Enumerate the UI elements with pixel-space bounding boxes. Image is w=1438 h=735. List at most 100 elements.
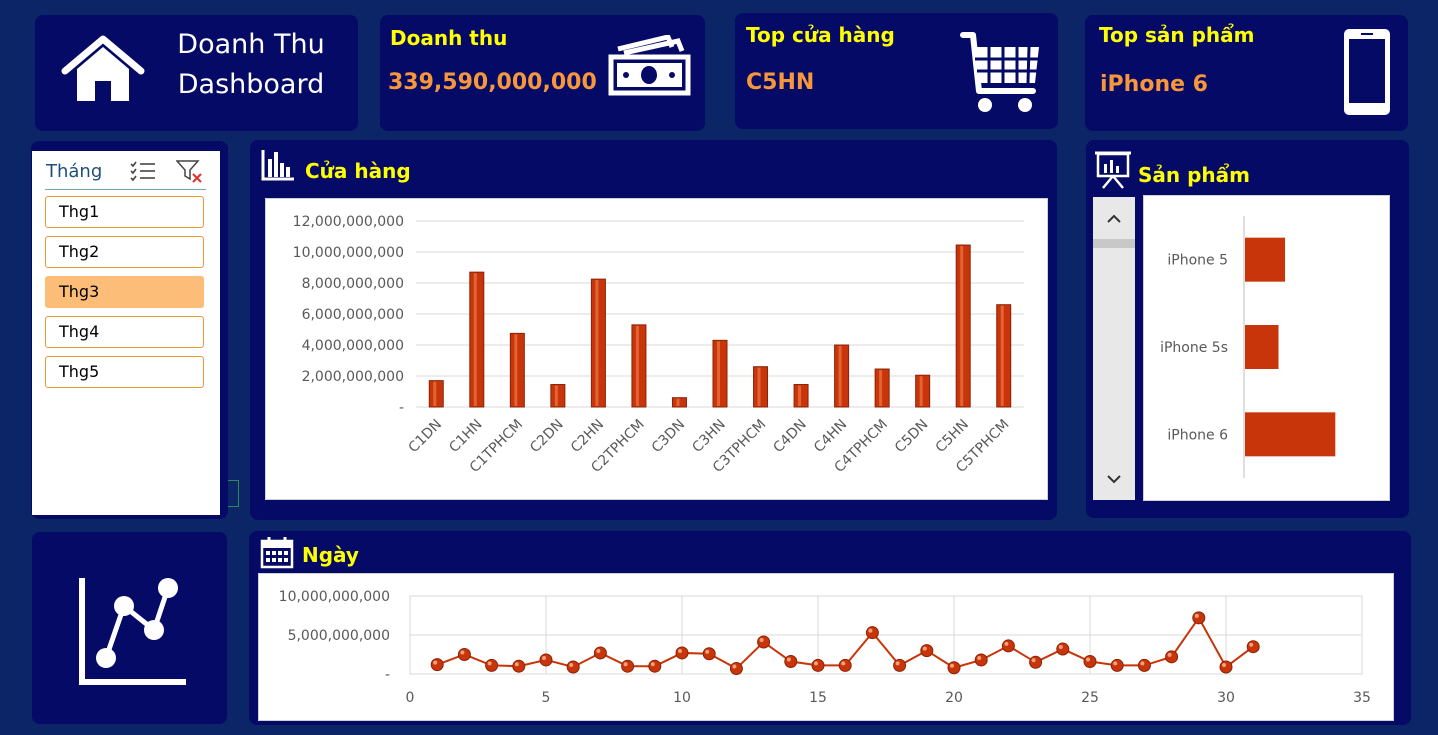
presentation-icon	[1095, 151, 1131, 189]
data-point	[485, 658, 499, 672]
y-tick-label: 10,000,000,000	[279, 589, 390, 605]
clear-filter-icon[interactable]	[176, 159, 204, 183]
bar-highlight	[919, 376, 923, 406]
slicer-item[interactable]: Thg5	[45, 356, 204, 388]
data-point-highlight	[705, 649, 710, 654]
bar-highlight	[635, 325, 639, 406]
chevron-up-icon	[1107, 214, 1121, 223]
bar	[1245, 412, 1336, 457]
bar-highlight	[798, 385, 802, 406]
x-tick-label: C4HN	[811, 417, 850, 456]
kpi-revenue-label: Doanh thu	[390, 26, 508, 50]
y-tick-label: 10,000,000,000	[293, 245, 404, 261]
data-point	[702, 647, 716, 661]
data-point-highlight	[1058, 645, 1063, 650]
data-point	[593, 646, 607, 660]
store-bar-chart: - 2,000,000,000 4,000,000,000 6,000,000,000…	[293, 214, 1024, 476]
store-panel: Cửa hàng - 2,000,000,000 4,000,000,000 6,00…	[250, 140, 1057, 520]
data-point	[675, 646, 689, 660]
data-point-highlight	[814, 661, 818, 666]
day-line-chart: - 5,000,000,000 10,000,000,000 0 5 10 15 20 25 30…	[279, 589, 1371, 706]
data-point	[893, 658, 907, 672]
data-point	[729, 662, 743, 676]
data-point-highlight	[514, 662, 519, 667]
trend-card	[32, 532, 227, 724]
x-tick-label: 10	[673, 690, 691, 706]
data-point-highlight	[433, 660, 438, 665]
x-tick-label: C4DN	[770, 417, 810, 457]
bar-highlight	[1000, 305, 1004, 406]
scroll-down-button[interactable]	[1093, 459, 1135, 500]
x-tick-label: 20	[945, 690, 963, 706]
bar-highlight	[717, 341, 720, 406]
data-point	[838, 658, 852, 672]
slicer-item[interactable]: Thg1	[45, 196, 204, 228]
bar-highlight	[676, 398, 680, 406]
data-point	[512, 659, 526, 673]
data-point	[457, 648, 471, 661]
data-point	[648, 659, 662, 673]
kpi-top-store-label: Top cửa hàng	[746, 23, 895, 47]
data-point	[1110, 658, 1124, 672]
store-chart: - 2,000,000,000 4,000,000,000 6,000,000,000…	[265, 198, 1048, 500]
resize-handle[interactable]	[228, 480, 239, 507]
slicer-item[interactable]: Thg3	[45, 276, 204, 308]
slicer-item[interactable]: Thg4	[45, 316, 204, 348]
data-point-highlight	[759, 638, 764, 643]
day-chart: - 5,000,000,000 10,000,000,000 0 5 10 15 20 25 30…	[258, 573, 1394, 721]
data-point	[974, 653, 988, 667]
data-point	[865, 626, 879, 640]
data-point-highlight	[1086, 657, 1090, 662]
product-panel-title: Sản phẩm	[1138, 163, 1250, 187]
data-point	[1246, 640, 1260, 654]
dashboard-title: Doanh Thu Dashboard	[155, 25, 347, 105]
data-point	[1137, 658, 1151, 672]
data-point-highlight	[868, 628, 873, 633]
data-point-highlight	[841, 661, 846, 666]
scroll-thumb[interactable]	[1093, 239, 1135, 248]
y-tick-label: -	[399, 400, 404, 416]
bar-highlight	[514, 334, 518, 406]
data-point	[947, 661, 961, 675]
month-slicer: Tháng Thg1 Thg2 Thg3 Thg4 Thg5	[32, 151, 220, 515]
data-point-highlight	[678, 648, 682, 653]
bar-highlight	[838, 346, 842, 406]
line-chart-icon	[79, 578, 186, 685]
data-point	[539, 653, 553, 667]
slicer-item[interactable]: Thg2	[45, 236, 204, 268]
x-tick-label: C3HN	[689, 417, 728, 456]
slicer-header: Tháng	[46, 161, 103, 182]
day-panel-title: Ngày	[302, 543, 359, 567]
category-label: iPhone 5s	[1160, 340, 1228, 356]
x-tick-label: 30	[1217, 690, 1235, 706]
data-point-highlight	[950, 663, 954, 668]
data-point-highlight	[487, 661, 492, 666]
data-point	[811, 658, 825, 672]
x-tick-label: 15	[809, 690, 827, 706]
scroll-up-button[interactable]	[1093, 197, 1135, 239]
bar	[550, 384, 566, 408]
data-point	[1219, 660, 1233, 674]
data-point-highlight	[1113, 661, 1118, 666]
kpi-top-store-value: C5HN	[746, 70, 815, 95]
bar-highlight	[757, 367, 761, 406]
title-line-1: Doanh Thu	[177, 29, 325, 60]
data-point-highlight	[569, 662, 574, 667]
x-tick-label: 25	[1081, 690, 1099, 706]
smartphone-icon	[1344, 29, 1390, 115]
y-tick-label: 5,000,000,000	[288, 628, 390, 644]
y-tick-label: 2,000,000,000	[302, 369, 404, 385]
money-icon	[608, 35, 691, 96]
product-chart: iPhone 5 iPhone 5s iPhone 6	[1143, 195, 1390, 501]
kpi-top-product-value: iPhone 6	[1100, 72, 1208, 97]
data-point-highlight	[1004, 641, 1009, 646]
x-tick-label: 0	[406, 690, 415, 706]
data-point	[566, 660, 580, 674]
bar-highlight	[473, 273, 477, 406]
product-scrollbar[interactable]	[1093, 197, 1135, 500]
home-icon	[61, 35, 145, 101]
data-point	[1001, 639, 1015, 653]
multi-select-icon[interactable]	[130, 160, 156, 182]
data-point-highlight	[650, 662, 655, 667]
category-label: iPhone 6	[1167, 427, 1228, 443]
